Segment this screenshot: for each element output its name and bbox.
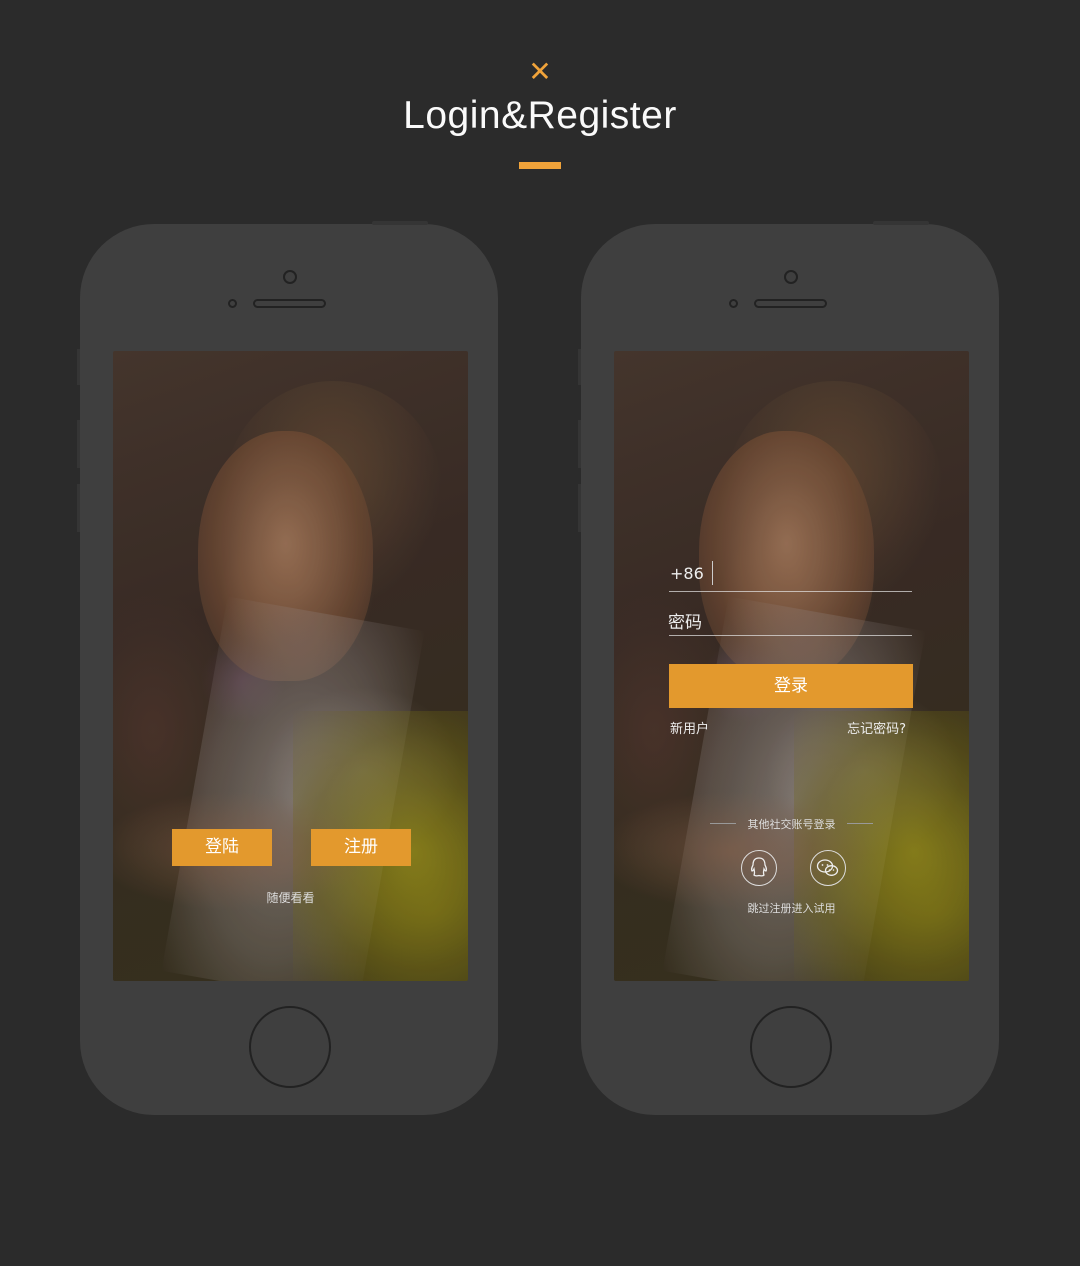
photo-overlay (113, 351, 468, 981)
mute-switch (578, 349, 581, 385)
title-underline (519, 162, 561, 169)
divider-right (847, 823, 873, 824)
welcome-screen: 登陆 注册 随便看看 (113, 351, 468, 981)
earpiece-speaker (754, 299, 827, 308)
skip-registration-link[interactable]: 跳过注册进入试用 (614, 900, 969, 916)
login-screen: +86 密码 登录 新用户 忘记密码? 其他社交账号登录 跳过注册进入试用 (614, 351, 969, 981)
front-camera (283, 270, 297, 284)
password-input[interactable]: 密码 (668, 608, 702, 633)
phone-input[interactable]: +86 (670, 564, 704, 583)
sensor (729, 299, 738, 308)
page-title: Login&Register (403, 94, 677, 137)
forgot-password-link[interactable]: 忘记密码? (847, 718, 906, 737)
register-button[interactable]: 注册 (311, 829, 411, 866)
volume-down-button (578, 484, 581, 532)
browse-link[interactable]: 随便看看 (113, 889, 468, 906)
earpiece-speaker (253, 299, 326, 308)
qq-glyph (750, 857, 768, 877)
power-button (873, 221, 929, 225)
power-button (372, 221, 428, 225)
phone-input-underline (669, 591, 912, 592)
home-button (750, 1006, 832, 1088)
qq-icon[interactable] (741, 850, 777, 886)
phone-mockup-right: +86 密码 登录 新用户 忘记密码? 其他社交账号登录 跳过注册进入试用 (578, 221, 999, 1115)
volume-up-button (578, 420, 581, 468)
social-login-title: 其他社交账号登录 (747, 818, 836, 831)
sensor (228, 299, 237, 308)
password-input-underline (669, 635, 912, 636)
text-cursor (712, 561, 713, 585)
new-user-link[interactable]: 新用户 (670, 718, 709, 737)
front-camera (784, 270, 798, 284)
wechat-icon[interactable] (810, 850, 846, 886)
mute-switch (77, 349, 80, 385)
volume-up-button (77, 420, 80, 468)
volume-down-button (77, 484, 80, 532)
login-submit-button[interactable]: 登录 (669, 664, 913, 708)
wechat-glyph (816, 859, 839, 876)
login-button[interactable]: 登陆 (172, 829, 272, 866)
home-button (249, 1006, 331, 1088)
close-icon: ✕ (528, 55, 552, 88)
phone-mockup-left: 登陆 注册 随便看看 (77, 221, 498, 1115)
